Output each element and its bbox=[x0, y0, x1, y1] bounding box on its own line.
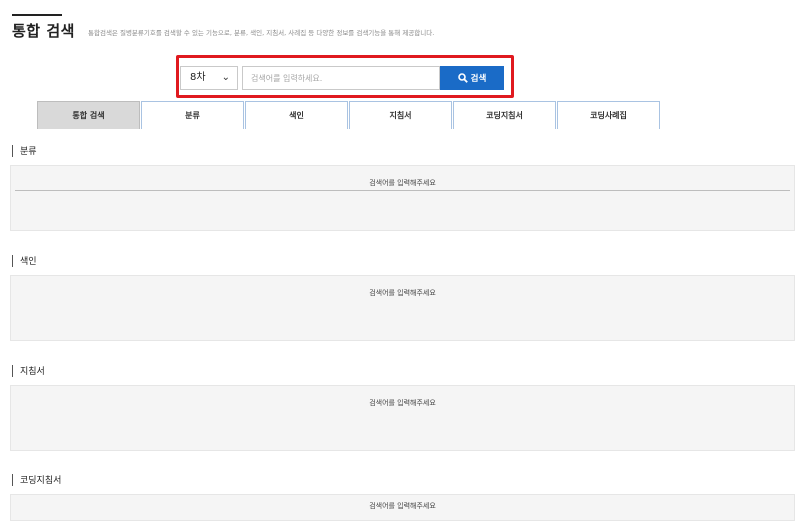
empty-message: 검색어를 입력해주세요 bbox=[369, 399, 436, 407]
empty-message: 검색어를 입력해주세요 bbox=[369, 502, 436, 510]
page-description: 통합검색은 질병분류기호를 검색할 수 있는 기능으로, 분류, 색인, 지침서… bbox=[88, 29, 435, 37]
tab-coding-casebook[interactable]: 코딩사례집 bbox=[557, 101, 660, 129]
section-heading-index: 색인 bbox=[12, 254, 37, 267]
search-button-label: 검색 bbox=[470, 74, 487, 84]
section-title: 지침서 bbox=[20, 367, 45, 377]
result-box-index: 검색어를 입력해주세요 bbox=[10, 275, 795, 341]
version-select-value: 8차 bbox=[190, 72, 206, 83]
tab-index[interactable]: 색인 bbox=[245, 101, 348, 129]
tab-bar: 통합 검색 분류 색인 지침서 코딩지침서 코딩사례집 bbox=[37, 101, 661, 129]
tab-guideline[interactable]: 지침서 bbox=[349, 101, 452, 129]
section-heading-coding-guideline: 코딩지침서 bbox=[12, 473, 61, 486]
section-heading-guideline: 지침서 bbox=[12, 364, 45, 377]
result-box-guideline: 검색어를 입력해주세요 bbox=[10, 385, 795, 451]
section-heading-classification: 분류 bbox=[12, 144, 37, 157]
section-title: 색인 bbox=[20, 257, 37, 267]
tab-coding-guideline[interactable]: 코딩지침서 bbox=[453, 101, 556, 129]
version-select[interactable]: 8차 ⌄ bbox=[180, 66, 238, 90]
tab-classification[interactable]: 분류 bbox=[141, 101, 244, 129]
empty-message: 검색어를 입력해주세요 bbox=[369, 289, 436, 297]
chevron-down-icon: ⌄ bbox=[221, 72, 230, 83]
empty-message: 검색어를 입력해주세요 bbox=[369, 179, 436, 187]
divider bbox=[15, 190, 790, 191]
tab-integrated-search[interactable]: 통합 검색 bbox=[37, 101, 140, 129]
search-button[interactable]: 검색 bbox=[440, 66, 504, 90]
title-underline bbox=[12, 14, 62, 16]
result-box-classification: 검색어를 입력해주세요 bbox=[10, 165, 795, 231]
result-box-coding-guideline: 검색어를 입력해주세요 bbox=[10, 494, 795, 521]
section-title: 분류 bbox=[20, 147, 37, 157]
page-title: 통합 검색 bbox=[12, 22, 75, 40]
section-title: 코딩지침서 bbox=[20, 476, 62, 486]
search-input[interactable] bbox=[242, 66, 440, 90]
search-icon bbox=[457, 73, 468, 83]
